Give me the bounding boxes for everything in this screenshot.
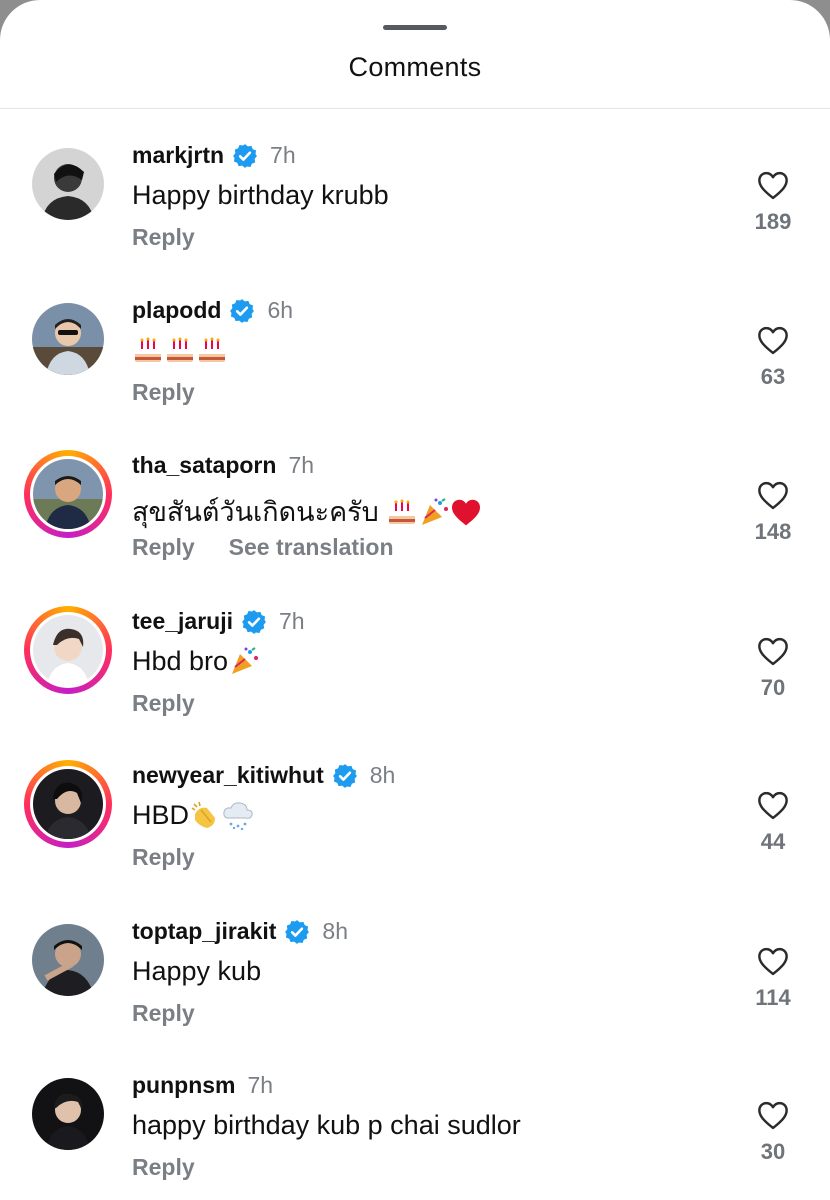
- like-count: 189: [754, 209, 792, 234]
- verified-badge-icon: [332, 763, 357, 788]
- comment-item: markjrtn 7h Happy birthday krubb Reply 1…: [0, 120, 830, 270]
- like-count: 148: [754, 519, 792, 544]
- comment-item: tee_jaruji 7h Hbd bro Reply 70: [0, 586, 830, 736]
- see-translation-button[interactable]: See translation: [229, 534, 394, 561]
- reply-button[interactable]: Reply: [132, 690, 195, 717]
- avatar-story-ring[interactable]: [24, 760, 112, 848]
- avatar: [33, 459, 103, 529]
- comment-time: 7h: [279, 608, 305, 634]
- cake-emoji: [389, 499, 416, 524]
- drag-handle[interactable]: [383, 25, 447, 30]
- cake-emoji: [167, 337, 193, 362]
- comment-username[interactable]: markjrtn: [132, 142, 224, 169]
- verified-badge-icon: [233, 143, 257, 168]
- heart-icon[interactable]: [756, 170, 790, 200]
- comment-time: 7h: [288, 452, 315, 478]
- comment-item: tha_sataporn 7h สุขสันต์วันเกิดนะครับ Re…: [0, 430, 830, 580]
- avatar-story-ring[interactable]: [24, 606, 112, 694]
- like-count: 63: [760, 364, 786, 389]
- reply-button[interactable]: Reply: [132, 844, 195, 871]
- avatar[interactable]: [30, 146, 106, 222]
- party-popper-emoji: [422, 498, 449, 525]
- comment-username[interactable]: punpnsm: [132, 1072, 236, 1099]
- reply-button[interactable]: Reply: [132, 1000, 195, 1027]
- comment-text: สุขสันต์วันเกิดนะครับ: [132, 490, 482, 533]
- comment-username[interactable]: tha_sataporn: [132, 452, 276, 479]
- comment-username[interactable]: plapodd: [132, 297, 221, 324]
- reply-button[interactable]: Reply: [132, 534, 195, 561]
- cake-emoji: [135, 337, 161, 362]
- verified-badge-icon: [230, 298, 255, 323]
- snow-cloud-emoji: [223, 802, 253, 830]
- reply-button[interactable]: Reply: [132, 1154, 195, 1181]
- comment-username[interactable]: toptap_jirakit: [132, 918, 276, 945]
- comment-time: 6h: [267, 297, 294, 323]
- header-divider: [0, 108, 830, 109]
- heart-icon[interactable]: [756, 1100, 790, 1130]
- comment-time: 7h: [270, 142, 296, 168]
- avatar-story-ring[interactable]: [24, 450, 112, 538]
- avatar[interactable]: [30, 922, 106, 998]
- avatar[interactable]: [30, 301, 106, 377]
- party-popper-emoji: [232, 647, 259, 674]
- comment-text: Happy birthday krubb: [132, 180, 389, 210]
- like-count: 44: [760, 829, 786, 854]
- avatar: [33, 769, 103, 839]
- comment-username[interactable]: tee_jaruji: [132, 608, 233, 635]
- avatar[interactable]: [30, 1076, 106, 1152]
- comment-item: punpnsm 7h happy birthday kub p chai sud…: [0, 1050, 830, 1200]
- comment-text: happy birthday kub p chai sudlor: [132, 1110, 521, 1140]
- like-count: 114: [755, 985, 791, 1010]
- comment-text: [132, 335, 228, 366]
- like-count: 70: [760, 675, 786, 700]
- sheet-title: Comments: [348, 52, 482, 82]
- verified-badge-icon: [285, 919, 310, 944]
- avatar: [33, 615, 103, 685]
- comments-sheet: Comments markjrtn 7h Happy birthday krub…: [0, 0, 830, 1200]
- comment-time: 7h: [247, 1072, 274, 1098]
- heart-icon[interactable]: [756, 325, 790, 355]
- cake-emoji: [199, 337, 225, 362]
- comment-time: 8h: [369, 762, 396, 788]
- comment-item: plapodd 6h Reply 63: [0, 275, 830, 425]
- comment-text: Hbd bro: [132, 646, 260, 677]
- comment-username[interactable]: newyear_kitiwhut: [132, 762, 324, 789]
- heart-icon[interactable]: [756, 480, 790, 510]
- comment-text: Happy kub: [132, 956, 262, 986]
- heart-icon[interactable]: [756, 946, 790, 976]
- reply-button[interactable]: Reply: [132, 379, 195, 406]
- clapping-hands-emoji: [191, 801, 216, 828]
- comment-item: toptap_jirakit 8h Happy kub Reply 114: [0, 896, 830, 1046]
- verified-badge-icon: [242, 609, 266, 634]
- red-heart-emoji: [452, 499, 481, 526]
- heart-icon[interactable]: [756, 636, 790, 666]
- heart-icon[interactable]: [756, 790, 790, 820]
- reply-button[interactable]: Reply: [132, 224, 195, 251]
- comment-time: 8h: [322, 918, 349, 944]
- comment-text: HBD: [132, 800, 255, 831]
- like-count: 30: [760, 1139, 786, 1164]
- comment-item: newyear_kitiwhut 8h HBD Reply 44: [0, 740, 830, 890]
